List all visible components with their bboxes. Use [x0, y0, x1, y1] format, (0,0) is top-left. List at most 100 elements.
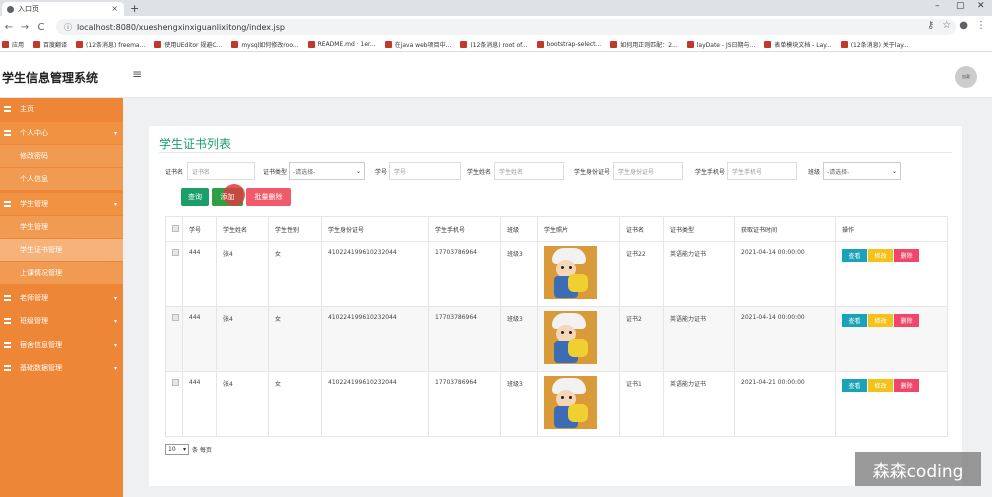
edit-button[interactable]: 修改 — [868, 249, 893, 262]
window-close-icon[interactable]: ✕ — [977, 1, 985, 11]
chevron-down-icon: ▾ — [113, 200, 117, 208]
class-select[interactable]: -请选择- ⌄ — [823, 162, 902, 180]
sidebar-item-teacher[interactable]: 老师管理 ▾ — [0, 287, 123, 309]
more-icon[interactable]: ⋮ — [976, 20, 986, 31]
bookmark-item[interactable]: README.md · 1er... — [307, 41, 376, 48]
filter-cert-name: 证书名 证书名 — [165, 162, 256, 180]
student-photo — [544, 246, 597, 299]
reload-icon[interactable]: C — [34, 22, 48, 33]
cell-student-no: 444 — [182, 371, 217, 437]
cell-phone: 17703786964 — [428, 241, 501, 307]
star-icon[interactable]: ☆ — [942, 20, 951, 31]
bookmark-icon — [764, 41, 772, 48]
col-photo: 学生照片 — [537, 216, 620, 242]
page-size-select[interactable]: 10 ▾ — [165, 444, 189, 455]
id-card-input[interactable]: 学生身份证号 — [613, 162, 684, 180]
bookmark-icon — [154, 41, 162, 48]
delete-button[interactable]: 删除 — [894, 249, 919, 262]
address-bar: ← → C ⓘ localhost:8080/xueshengxinxiguan… — [0, 16, 992, 38]
info-icon[interactable]: ⓘ — [64, 22, 72, 33]
new-tab-button[interactable]: + — [130, 2, 139, 15]
sidebar-item-class[interactable]: 班级管理 ▾ — [0, 310, 123, 332]
menu-icon — [4, 295, 11, 301]
sidebar-item-home[interactable]: 主页 — [0, 98, 123, 120]
view-button[interactable]: 查看 — [842, 249, 867, 262]
bookmark-item[interactable]: 使用UEditor 规避C... — [154, 40, 222, 49]
bookmark-item[interactable]: (12条消息) 关于lay... — [840, 40, 909, 49]
bookmark-item[interactable]: (12条消息) root of... — [460, 40, 528, 49]
menu-toggle-icon[interactable]: ≡ — [132, 67, 142, 81]
sidebar-item-personal-center[interactable]: 个人中心 ▾ — [0, 122, 123, 144]
bookmark-item[interactable]: 如何用正则匹配：2... — [610, 40, 678, 49]
maximize-icon[interactable]: ▢ — [956, 1, 965, 11]
student-no-input[interactable]: 学号 — [389, 162, 462, 180]
sidebar-item-dorm[interactable]: 宿舍信息管理 ▾ — [0, 334, 123, 356]
view-button[interactable]: 查看 — [842, 314, 867, 327]
back-icon[interactable]: ← — [2, 22, 16, 33]
menu-icon — [4, 342, 11, 348]
cert-type-select[interactable]: -请选择- ⌄ — [289, 162, 366, 180]
bookmark-item[interactable]: bootstrap-select... — [536, 41, 601, 48]
col-id-card: 学生身份证号 — [321, 216, 429, 242]
sidebar-item-student-manage[interactable]: 学生管理 — [0, 216, 123, 238]
chevron-down-icon: ▾ — [113, 341, 117, 349]
tab-title: 入口页 — [18, 5, 39, 13]
row-checkbox[interactable] — [172, 249, 179, 256]
bookmark-item[interactable]: (12条消息) freema... — [76, 40, 145, 49]
minimize-icon[interactable]: – — [935, 1, 940, 11]
col-class: 班级 — [500, 216, 538, 242]
view-button[interactable]: 查看 — [842, 379, 867, 392]
forward-icon[interactable]: → — [18, 22, 32, 33]
bookmark-icon — [384, 41, 392, 48]
phone-input[interactable]: 学生手机号 — [727, 162, 798, 180]
bookmark-item[interactable]: 百度翻译 — [33, 40, 67, 49]
profile-icon[interactable]: ● — [959, 20, 968, 31]
browser-tab[interactable]: 入口页 × — [2, 2, 124, 16]
bookmark-item[interactable]: 在java web项目中... — [384, 40, 451, 49]
add-button[interactable]: 添加 — [212, 184, 245, 206]
row-checkbox[interactable] — [172, 314, 179, 321]
sidebar-item-base-data[interactable]: 基础数据管理 ▾ — [0, 357, 123, 379]
filter-cert-type: 证书类型 -请选择- ⌄ — [263, 162, 366, 180]
select-all-checkbox[interactable] — [165, 216, 183, 242]
delete-button[interactable]: 删除 — [894, 379, 919, 392]
key-icon[interactable]: ⚷ — [927, 20, 934, 31]
bookmark-item[interactable]: layDate - JS日期与... — [686, 40, 755, 49]
tab-close-icon[interactable]: × — [111, 4, 118, 13]
cell-gender: 女 — [268, 371, 322, 437]
cell-cert-name: 证书1 — [619, 371, 664, 437]
apps-icon — [2, 41, 9, 48]
cell-class: 班级3 — [500, 241, 538, 307]
query-button[interactable]: 查询 — [181, 188, 209, 206]
sidebar-item-class-attendance[interactable]: 上课情况管理 — [0, 262, 123, 284]
bookmark-item[interactable]: 表单模块文档 - Lay... — [764, 40, 832, 49]
url-input[interactable]: ⓘ localhost:8080/xueshengxinxiguanlixito… — [56, 19, 956, 35]
page-size-suffix: 条 每页 — [192, 447, 212, 454]
batch-delete-button[interactable]: 批量删除 — [246, 188, 291, 206]
chevron-down-icon: ▾ — [113, 294, 117, 302]
sidebar-item-student-certificate[interactable]: 学生证书管理 — [0, 239, 123, 261]
student-name-input[interactable]: 学生姓名 — [494, 162, 565, 180]
bookmark-item[interactable]: 应用 — [2, 40, 24, 49]
edit-button[interactable]: 修改 — [868, 379, 893, 392]
bookmark-item[interactable]: mysql如何修改roo... — [231, 40, 299, 49]
bookmark-icon — [460, 41, 468, 48]
col-cert-time: 获取证书时间 — [734, 216, 836, 242]
sidebar-item-personal-info[interactable]: 个人信息 — [0, 168, 123, 190]
cert-name-input[interactable]: 证书名 — [187, 162, 256, 180]
sidebar-item-change-password[interactable]: 修改密码 — [0, 145, 123, 167]
col-actions: 操作 — [835, 216, 948, 242]
certificate-panel: 学生证书列表 证书名 证书名 证书类型 -请选择- ⌄ 学号 学号 学生姓名 学生… — [149, 126, 962, 486]
bookmark-icon — [840, 41, 848, 48]
avatar[interactable]: 加载 — [955, 66, 977, 88]
student-photo — [544, 376, 597, 429]
table-row: 444 张4 女 410224199610232044 17703786964 … — [165, 306, 948, 372]
student-photo — [544, 311, 597, 364]
cell-phone: 17703786964 — [428, 306, 501, 372]
delete-button[interactable]: 删除 — [894, 314, 919, 327]
edit-button[interactable]: 修改 — [868, 314, 893, 327]
cell-student-no: 444 — [182, 306, 217, 372]
row-checkbox[interactable] — [172, 379, 179, 386]
flag-icon — [4, 106, 11, 112]
sidebar-item-student-admin[interactable]: 学生管理 ▾ — [0, 193, 123, 215]
